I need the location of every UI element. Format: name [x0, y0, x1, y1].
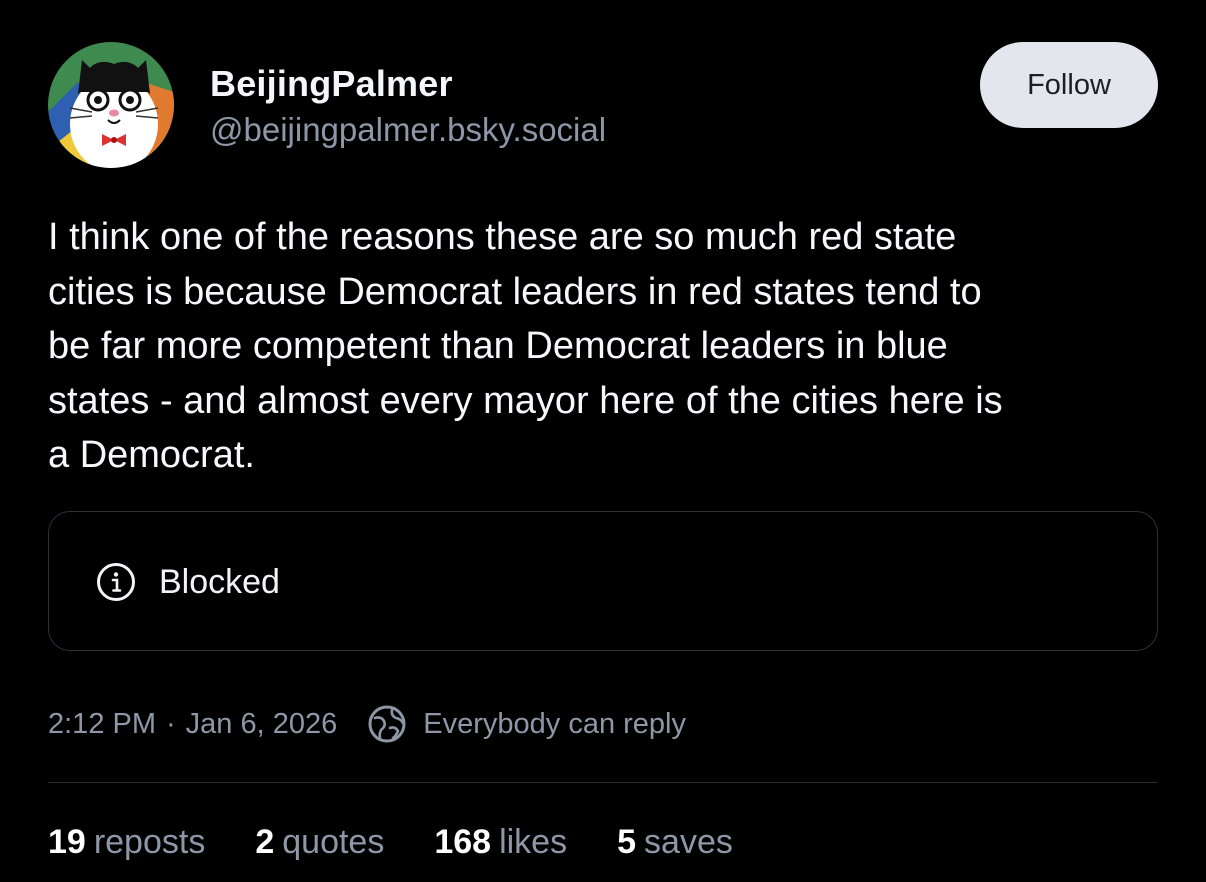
blocked-label: Blocked	[159, 563, 280, 601]
saves-count: 5	[617, 822, 637, 861]
saves-label: saves	[644, 822, 733, 861]
info-icon	[97, 563, 135, 601]
post-time: 2:12 PM	[48, 707, 156, 740]
quotes-count: 2	[255, 822, 275, 861]
post-body-text: I think one of the reasons these are so …	[48, 216, 1003, 476]
engagement-stats: 19 reposts 2 quotes 168 likes 5 saves	[48, 820, 783, 864]
likes-count: 168	[434, 822, 492, 861]
reply-setting-label: Everybody can reply	[423, 707, 686, 740]
follow-button[interactable]: Follow	[980, 42, 1158, 128]
stat-quotes[interactable]: 2 quotes	[255, 823, 384, 862]
stat-likes[interactable]: 168 likes	[434, 823, 567, 862]
blocked-quote-embed[interactable]: Blocked	[48, 511, 1158, 651]
divider	[48, 782, 1158, 783]
meta-separator: ·	[166, 707, 176, 740]
post-meta-row: 2:12 PM · Jan 6, 2026 Everybody can repl…	[48, 704, 686, 744]
author-handle[interactable]: @beijingpalmer.bsky.social	[210, 111, 606, 149]
reposts-label: reposts	[93, 822, 206, 861]
reposts-count: 19	[48, 822, 86, 861]
author-display-name[interactable]: BeijingPalmer	[210, 63, 453, 105]
globe-icon	[368, 705, 406, 743]
reply-setting-button[interactable]: Everybody can reply	[367, 704, 686, 744]
author-avatar[interactable]	[48, 42, 174, 168]
post-thread-view: BeijingPalmer @beijingpalmer.bsky.social…	[0, 0, 1206, 882]
cartoon-cat-avatar-icon	[48, 42, 174, 168]
likes-label: likes	[499, 822, 568, 861]
stat-saves[interactable]: 5 saves	[617, 823, 733, 862]
post-date: Jan 6, 2026	[185, 707, 338, 740]
stat-reposts[interactable]: 19 reposts	[48, 823, 205, 862]
quotes-label: quotes	[282, 822, 385, 861]
